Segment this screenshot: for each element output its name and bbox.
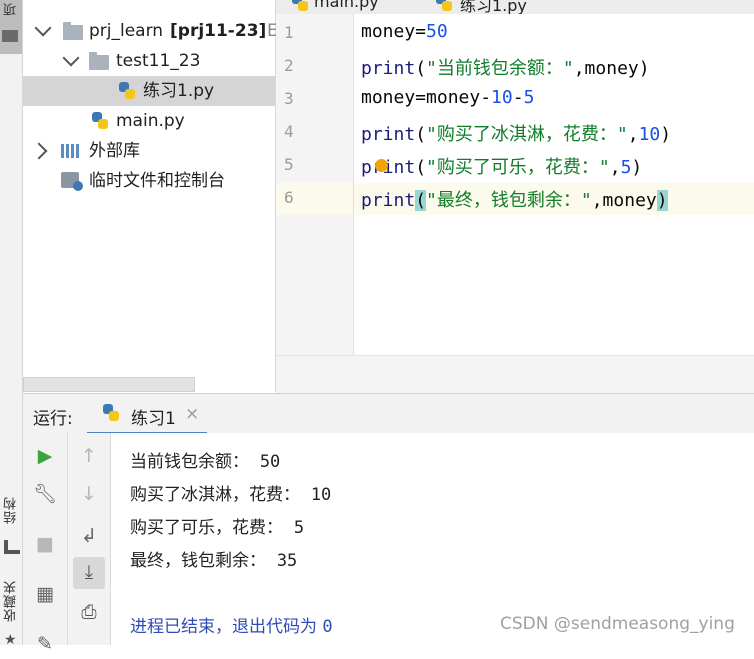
run-toolbar-primary: ▶ 🔧︎ ■ ▦ ✎	[23, 433, 68, 655]
structure-tool-tab[interactable]: 结构	[0, 496, 22, 556]
console-line: 购买了冰淇淋，花费： 10	[130, 485, 332, 505]
run-panel-title: 运行:	[33, 409, 73, 429]
watermark: CSDN @sendmeasong_ying	[500, 614, 735, 634]
code-line-3: money=money-10-5	[361, 87, 535, 108]
scroll-to-end-icon[interactable]: ⤓	[73, 557, 105, 589]
soft-wrap-icon[interactable]: ↲	[74, 521, 104, 551]
favorites-tool-tab[interactable]: 收藏夹 ★	[0, 580, 22, 648]
structure-tool-label: 结构	[4, 496, 19, 524]
intention-bulb-icon[interactable]	[375, 159, 388, 172]
code-editor[interactable]: money=50 print("当前钱包余额：",money) money=mo…	[354, 14, 754, 355]
line-number: 5	[284, 155, 294, 174]
code-line-6: print("最终，钱包剩余：",money)	[361, 190, 668, 211]
project-tool-label: 项	[4, 2, 19, 16]
tree-label: 临时文件和控制台	[89, 171, 225, 191]
python-file-icon	[436, 0, 452, 12]
line-number: 2	[284, 56, 294, 75]
run-tab-label: 练习1	[131, 409, 176, 429]
run-panel-header: 运行: 练习1 ×	[23, 393, 754, 435]
run-tab[interactable]: 练习1 ×	[87, 394, 207, 435]
console-line: 当前钱包余额： 50	[130, 452, 281, 472]
tab-main-py[interactable]: main.py	[292, 0, 379, 14]
tab-label: main.py	[314, 0, 379, 11]
tree-row-folder[interactable]: test11_23	[23, 46, 275, 76]
code-line-4: print("购买了冰淇淋，花费：",10)	[361, 124, 672, 145]
tree-row-scratches[interactable]: 临时文件和控制台	[23, 166, 275, 196]
console-line: 购买了可乐，花费： 5	[130, 518, 305, 538]
project-tool-tab[interactable]: 项	[0, 0, 22, 54]
print-icon[interactable]: ⎙	[74, 597, 104, 627]
arrow-up-icon[interactable]: ↑	[74, 441, 104, 471]
close-icon[interactable]: ×	[185, 404, 199, 424]
editor-tab-strip: main.py 练习1.py	[276, 0, 754, 14]
tree-row-file[interactable]: main.py	[23, 106, 275, 136]
line-number: 4	[284, 122, 294, 141]
tree-row-external-libraries[interactable]: 外部库	[23, 136, 275, 166]
chevron-down-icon[interactable]	[62, 49, 80, 67]
tree-label: 练习1.py	[143, 81, 215, 101]
project-tree-panel: prj_learn [prj11-23] E test11_23 练习1.py …	[23, 0, 278, 392]
left-tool-strip: 项 结构 收藏夹 ★	[0, 0, 23, 648]
arrow-down-icon[interactable]: ↓	[74, 479, 104, 509]
tab-label: 练习1.py	[460, 0, 527, 14]
python-file-icon	[119, 82, 135, 100]
tree-row-project-root[interactable]: prj_learn [prj11-23] E	[23, 16, 278, 46]
python-file-icon	[92, 112, 108, 130]
library-icon	[61, 144, 81, 158]
tree-label: test11_23	[116, 51, 201, 71]
scratches-badge-icon	[73, 181, 83, 191]
python-file-icon	[292, 0, 308, 12]
folder-icon	[63, 22, 83, 40]
horizontal-scrollbar[interactable]	[23, 377, 195, 392]
star-icon: ★	[4, 632, 17, 648]
tree-label: main.py	[116, 111, 185, 131]
tree-label-bold: [prj11-23]	[170, 21, 267, 41]
tab-lianxi1-py[interactable]: 练习1.py	[436, 0, 570, 14]
tree-label: 外部库	[89, 141, 140, 161]
tree-label: prj_learn	[89, 21, 164, 41]
editor-bottom-area	[276, 355, 754, 393]
folder-icon	[89, 52, 109, 70]
code-line-2: print("当前钱包余额：",money)	[361, 58, 650, 79]
structure-icon	[4, 540, 20, 554]
code-line-1: money=50	[361, 21, 448, 42]
code-line-5: print("购买了可乐，花费：",5)	[361, 157, 643, 178]
tree-row-file-selected[interactable]: 练习1.py	[23, 76, 275, 106]
python-run-icon	[103, 404, 119, 422]
stop-icon[interactable]: ■	[30, 529, 60, 559]
folder-icon	[2, 30, 18, 42]
layout-icon[interactable]: ▦	[30, 579, 60, 609]
favorites-tool-label: 收藏夹	[4, 580, 19, 622]
rerun-icon[interactable]: ▶	[30, 441, 60, 471]
console-line: 最终，钱包剩余： 35	[130, 551, 298, 571]
wrench-icon[interactable]: 🔧︎	[30, 479, 60, 509]
line-number: 3	[284, 89, 294, 108]
line-number: 6	[284, 188, 294, 207]
console-exit-message: 进程已结束，退出代码为 0	[130, 617, 333, 637]
pin-icon[interactable]: ✎	[30, 629, 60, 659]
chevron-right-icon[interactable]	[30, 142, 48, 160]
line-number: 1	[284, 23, 294, 42]
chevron-down-icon[interactable]	[34, 19, 52, 37]
editor-gutter: 1 2 3 4 5 6	[276, 14, 354, 355]
run-toolbar-secondary: ↑ ↓ ↲ ⤓ ⎙	[68, 433, 111, 645]
